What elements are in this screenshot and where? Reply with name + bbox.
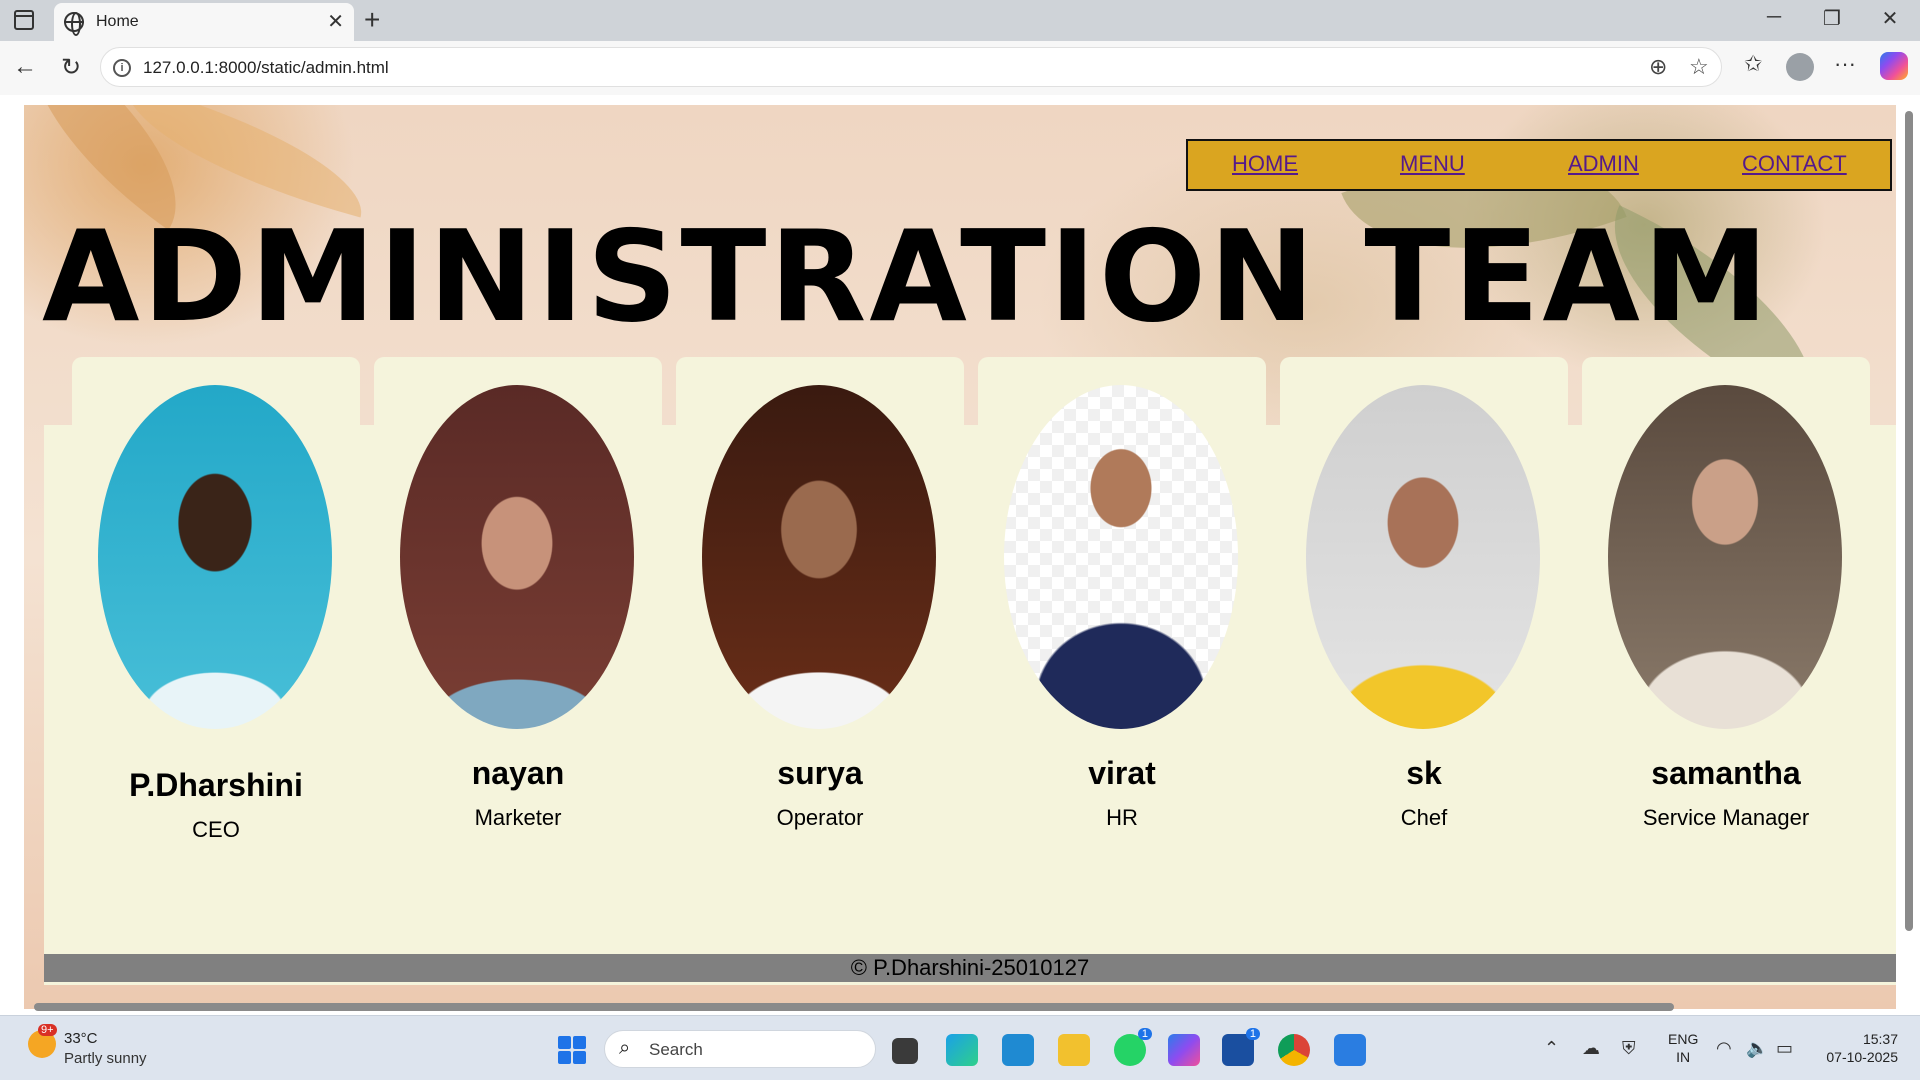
scrollbar-thumb[interactable] xyxy=(34,1003,1674,1011)
notification-badge: 1 xyxy=(1137,1028,1152,1040)
nav-link-home[interactable]: HOME xyxy=(1232,151,1298,177)
more-options-icon[interactable]: ··· xyxy=(1834,51,1856,77)
search-placeholder: Search xyxy=(649,1040,703,1059)
member-name: samantha xyxy=(1651,755,1801,791)
page-body: HOME MENU ADMIN CONTACT ADMINISTRATION T… xyxy=(24,105,1896,1009)
nav-link-contact[interactable]: CONTACT xyxy=(1742,151,1847,177)
member-name: P.Dharshini xyxy=(129,767,303,803)
chrome-icon[interactable] xyxy=(1278,1034,1310,1066)
battery-icon[interactable]: ▭ xyxy=(1776,1038,1793,1059)
nav-link-menu[interactable]: MENU xyxy=(1400,151,1465,177)
member-name: nayan xyxy=(471,755,565,791)
clock-date: 07-10-2025 xyxy=(1826,1049,1898,1065)
wifi-icon[interactable]: ◠ xyxy=(1716,1038,1732,1059)
refresh-icon[interactable]: ↻ xyxy=(56,53,86,82)
weather-temperature[interactable]: 33°C xyxy=(64,1030,98,1047)
member-role: CEO xyxy=(192,817,240,842)
member-photo xyxy=(1608,385,1842,729)
system-clock[interactable]: 15:37 07-10-2025 xyxy=(1812,1030,1898,1066)
language-code: ENG xyxy=(1668,1031,1699,1047)
url-text[interactable]: 127.0.0.1:8000/static/admin.html xyxy=(143,58,389,78)
region-code: IN xyxy=(1676,1049,1691,1065)
tab-actions-icon[interactable] xyxy=(14,10,34,30)
file-explorer-icon[interactable] xyxy=(1058,1034,1090,1066)
member-photo xyxy=(1004,385,1238,729)
close-window-icon[interactable]: ✕ xyxy=(1870,6,1910,31)
whatsapp-icon[interactable]: 1 xyxy=(1114,1028,1152,1066)
language-indicator[interactable]: ENG IN xyxy=(1668,1030,1698,1066)
globe-icon xyxy=(64,12,84,36)
onedrive-icon[interactable]: ☁ xyxy=(1582,1038,1600,1059)
profile-avatar[interactable] xyxy=(1786,53,1814,81)
tab-title: Home xyxy=(96,13,139,30)
member-role: Service Manager xyxy=(1642,805,1810,830)
browser-tab-bar: Home ✕ + ─ ❐ ✕ xyxy=(0,0,1920,41)
address-bar[interactable]: i 127.0.0.1:8000/static/admin.html ⊕ ☆ xyxy=(100,47,1722,87)
search-icon: ⌕ xyxy=(619,1037,631,1059)
weather-condition[interactable]: Partly sunny xyxy=(64,1050,147,1067)
store-icon[interactable]: 1 xyxy=(1222,1028,1260,1066)
scrollbar-thumb[interactable] xyxy=(1905,111,1913,931)
copilot-app-icon[interactable] xyxy=(1168,1034,1200,1066)
page-viewport: HOME MENU ADMIN CONTACT ADMINISTRATION T… xyxy=(0,95,1920,1015)
member-photo xyxy=(400,385,634,729)
windows-start-icon[interactable] xyxy=(558,1036,586,1064)
member-role: Chef xyxy=(1400,805,1448,830)
photos-icon[interactable] xyxy=(1334,1034,1366,1066)
member-name: surya xyxy=(777,755,863,791)
browser-tab[interactable]: Home ✕ xyxy=(54,3,354,41)
back-icon[interactable]: ← xyxy=(10,53,40,81)
site-info-icon[interactable]: i xyxy=(113,59,131,77)
member-name: virat xyxy=(1088,755,1156,791)
close-tab-icon[interactable]: ✕ xyxy=(327,9,344,34)
favorites-icon[interactable]: ✩ xyxy=(1744,51,1762,77)
member-role: Operator xyxy=(776,805,864,830)
security-shield-icon[interactable]: ⛨ xyxy=(1622,1038,1636,1059)
page-title: ADMINISTRATION TEAM xyxy=(42,203,1772,350)
member-role: HR xyxy=(1106,805,1138,830)
windows-taskbar: 9+ 33°C Partly sunny ⌕ Search 1 1 ⌃ ☁ ⛨ … xyxy=(0,1015,1920,1080)
minimize-icon[interactable]: ─ xyxy=(1754,6,1794,29)
member-photo xyxy=(98,385,332,729)
zoom-icon[interactable]: ⊕ xyxy=(1649,54,1667,80)
nav-bar: HOME MENU ADMIN CONTACT xyxy=(1186,139,1892,191)
nav-link-admin[interactable]: ADMIN xyxy=(1568,151,1639,177)
edge-icon[interactable] xyxy=(946,1034,978,1066)
new-tab-icon[interactable]: + xyxy=(364,4,380,36)
member-photo xyxy=(1306,385,1540,729)
volume-icon[interactable]: 🔈 xyxy=(1746,1038,1768,1059)
task-view-icon[interactable] xyxy=(892,1038,918,1064)
show-hidden-icons-icon[interactable]: ⌃ xyxy=(1544,1038,1559,1059)
vertical-scrollbar[interactable] xyxy=(1902,95,1914,1015)
clock-time: 15:37 xyxy=(1862,1031,1898,1047)
taskbar-search[interactable]: ⌕ Search xyxy=(604,1030,876,1068)
page-footer: © P.Dharshini-25010127 xyxy=(44,954,1896,982)
member-name: sk xyxy=(1406,755,1442,791)
restore-icon[interactable]: ❐ xyxy=(1812,6,1852,31)
member-role: Marketer xyxy=(474,805,562,830)
browser-toolbar: ← ↻ i 127.0.0.1:8000/static/admin.html ⊕… xyxy=(0,41,1920,95)
vscode-icon[interactable] xyxy=(1002,1034,1034,1066)
horizontal-scrollbar[interactable] xyxy=(0,999,1920,1015)
notification-badge: 1 xyxy=(1245,1028,1260,1040)
copilot-icon[interactable] xyxy=(1880,52,1908,80)
favorite-star-icon[interactable]: ☆ xyxy=(1689,54,1709,80)
member-photo xyxy=(702,385,936,729)
weather-badge: 9+ xyxy=(38,1024,57,1036)
